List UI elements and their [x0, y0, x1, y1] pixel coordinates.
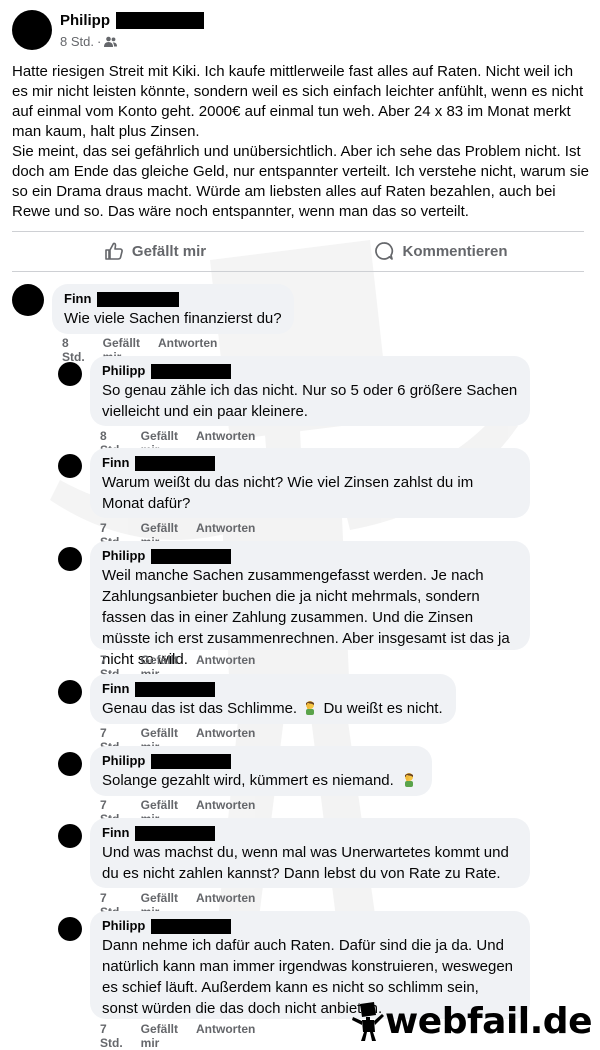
- comment-label: Kommentieren: [402, 242, 508, 260]
- avatar[interactable]: [12, 284, 44, 316]
- comment-bubble: Finn Und was machst du, wenn mal was Une…: [90, 818, 530, 888]
- facepalm-emoji-icon: [404, 773, 413, 787]
- comment-text: Genau das ist das Schlimme. Du weißt es …: [102, 698, 444, 719]
- comment-author-name[interactable]: Finn: [64, 290, 91, 308]
- redaction-bar: [151, 918, 232, 934]
- avatar[interactable]: [58, 680, 82, 704]
- post-body: Hatte riesigen Streit mit Kiki. Ich kauf…: [12, 62, 592, 222]
- comment-author-name[interactable]: Finn: [102, 824, 129, 842]
- redaction-bar: [151, 548, 232, 564]
- post-meta: 8 Std. ·: [60, 34, 118, 49]
- comment-author-name[interactable]: Philipp: [102, 752, 145, 770]
- comment-author-name[interactable]: Philipp: [102, 547, 145, 565]
- comment-author-line: Finn: [102, 824, 518, 842]
- comment-reply-button[interactable]: Antworten: [196, 1022, 255, 1050]
- comment-button[interactable]: Kommentieren: [298, 233, 584, 269]
- avatar[interactable]: [58, 824, 82, 848]
- comment-author-line: Finn: [102, 454, 518, 472]
- comment-time[interactable]: 7 Std.: [100, 1022, 123, 1050]
- redaction-bar: [97, 291, 180, 307]
- thumbs-up-icon: [105, 242, 123, 260]
- avatar[interactable]: [58, 362, 82, 386]
- comment-text-part: Genau das ist das Schlimme.: [102, 700, 298, 717]
- brand-logo: webfail.de: [351, 1001, 592, 1042]
- comment-text-part: Du weißt es nicht.: [323, 700, 443, 717]
- facepalm-emoji-icon: [306, 701, 315, 715]
- comment-bubble: Finn Warum weißt du das nicht? Wie viel …: [90, 448, 530, 518]
- comment-text: Wie viele Sachen finanzierst du?: [64, 310, 282, 327]
- post-action-bar: Gefällt mir Kommentieren: [12, 233, 584, 269]
- comment-bubble: Finn Genau das ist das Schlimme. Du weiß…: [90, 674, 456, 724]
- comment-author-line: Finn: [102, 680, 444, 698]
- avatar[interactable]: [58, 454, 82, 478]
- post-author-name[interactable]: Philipp: [60, 12, 110, 29]
- comment-author-line: Philipp: [102, 547, 518, 565]
- comment-text: Und was machst du, wenn mal was Unerwart…: [102, 844, 509, 882]
- comment-text: So genau zähle ich das nicht. Nur so 5 o…: [102, 382, 518, 420]
- author-line: Philipp: [60, 12, 204, 29]
- comment-bubble: Philipp So genau zähle ich das nicht. Nu…: [90, 356, 530, 426]
- like-button[interactable]: Gefällt mir: [12, 233, 298, 269]
- comment-bubble: Finn Wie viele Sachen finanzierst du?: [52, 284, 294, 334]
- speech-bubble-icon: [375, 242, 394, 260]
- avatar[interactable]: [12, 10, 52, 50]
- post-header: Philipp 8 Std. ·: [12, 10, 592, 54]
- redaction-bar: [151, 363, 232, 379]
- divider: [12, 231, 584, 232]
- comment-like-button[interactable]: Gefällt mir: [141, 1022, 178, 1050]
- friends-icon: [104, 36, 118, 47]
- comment-author-name[interactable]: Finn: [102, 680, 129, 698]
- redaction-bar: [151, 753, 232, 769]
- comment-author-name[interactable]: Philipp: [102, 362, 145, 380]
- avatar[interactable]: [58, 917, 82, 941]
- comment-author-line: Finn: [64, 290, 282, 308]
- comment-author-line: Philipp: [102, 362, 518, 380]
- separator-dot: ·: [96, 34, 102, 49]
- post-paragraph: Hatte riesigen Streit mit Kiki. Ich kauf…: [12, 63, 584, 140]
- redaction-bar: [135, 681, 216, 697]
- divider: [12, 271, 584, 272]
- post-time[interactable]: 8 Std.: [60, 34, 94, 49]
- comment-bubble: Philipp Weil manche Sachen zusammengefas…: [90, 541, 530, 668]
- comment-text-part: Solange gezahlt wird, kümmert es niemand…: [102, 772, 394, 789]
- comment-author-line: Philipp: [102, 752, 420, 770]
- comment-time[interactable]: 8 Std.: [62, 336, 85, 364]
- comment-author-name[interactable]: Finn: [102, 454, 129, 472]
- comment-text: Solange gezahlt wird, kümmert es niemand…: [102, 770, 420, 791]
- redaction-bar: [135, 455, 216, 471]
- comment-bubble: Philipp Solange gezahlt wird, kümmert es…: [90, 746, 432, 796]
- redaction-bar: [116, 12, 204, 29]
- comment-text: Warum weißt du das nicht? Wie viel Zinse…: [102, 474, 474, 512]
- comment-author-name[interactable]: Philipp: [102, 917, 145, 935]
- brand-text: webfail.de: [385, 1001, 592, 1042]
- redaction-bar: [135, 825, 216, 841]
- comment-actions: 7 Std. Gefällt mir Antworten: [100, 1022, 255, 1050]
- avatar[interactable]: [58, 752, 82, 776]
- like-label: Gefällt mir: [131, 242, 207, 260]
- mascot-icon: [352, 1001, 385, 1041]
- avatar[interactable]: [58, 547, 82, 571]
- post-paragraph: Sie meint, das sei gefährlich und unüber…: [12, 143, 589, 220]
- comment-author-line: Philipp: [102, 917, 518, 935]
